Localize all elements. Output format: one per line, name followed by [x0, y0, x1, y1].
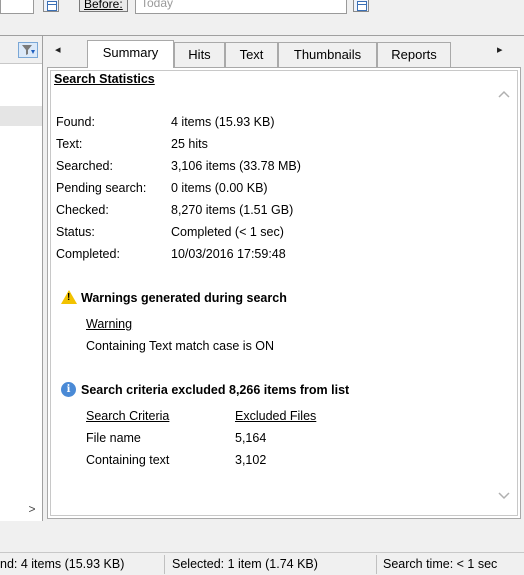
after-date-field[interactable] [0, 0, 34, 14]
before-calendar-icon[interactable] [353, 0, 369, 12]
date-filter-bar: Before: Today [0, 0, 524, 36]
status-divider [376, 555, 377, 574]
stat-label-pending: Pending search: [56, 181, 147, 195]
stat-label-status: Status: [56, 225, 95, 239]
status-search-time: Search time: < 1 sec [383, 557, 498, 571]
search-statistics-heading[interactable]: Search Statistics [54, 72, 155, 86]
tab-text[interactable]: Text [225, 42, 278, 67]
criteria-column-header[interactable]: Search Criteria [86, 409, 169, 423]
stat-value-searched: 3,106 items (33.78 MB) [171, 159, 301, 173]
stat-value-text: 25 hits [171, 137, 208, 151]
status-found: nd: 4 items (15.93 KB) [0, 557, 125, 571]
stat-value-completed: 10/03/2016 17:59:48 [171, 247, 286, 261]
tab-summary[interactable]: Summary [87, 40, 174, 68]
summary-content: Search Statistics Found: 4 items (15.93 … [50, 70, 518, 516]
folder-tree-pane[interactable]: > [0, 36, 43, 521]
after-calendar-icon[interactable] [43, 0, 59, 12]
before-date-label[interactable]: Before: [79, 0, 128, 12]
stat-value-pending: 0 items (0.00 KB) [171, 181, 268, 195]
before-date-field[interactable]: Today [135, 0, 347, 14]
status-bar: nd: 4 items (15.93 KB) Selected: 1 item … [0, 552, 524, 575]
status-divider [164, 555, 165, 574]
tab-scroll-left-icon[interactable]: ◂ [55, 43, 61, 56]
status-selected: Selected: 1 item (1.74 KB) [172, 557, 318, 571]
stat-label-text: Text: [56, 137, 83, 151]
warning-icon [61, 290, 77, 304]
criteria-title: Search criteria excluded 8,266 items fro… [81, 383, 350, 397]
warnings-title: Warnings generated during search [81, 291, 287, 305]
stat-label-found: Found: [56, 115, 95, 129]
tab-reports[interactable]: Reports [377, 42, 451, 67]
summary-panel: Search Statistics Found: 4 items (15.93 … [47, 67, 521, 519]
selected-tree-item[interactable] [0, 106, 42, 126]
scroll-right-icon[interactable]: > [24, 501, 40, 517]
stat-label-completed: Completed: [56, 247, 120, 261]
info-icon: i [61, 382, 76, 397]
scroll-up-icon[interactable] [497, 89, 511, 99]
tab-hits[interactable]: Hits [174, 42, 225, 67]
stat-value-status: Completed (< 1 sec) [171, 225, 284, 239]
tab-scroll-right-icon[interactable]: ▸ [497, 43, 503, 56]
excluded-column-header[interactable]: Excluded Files [235, 409, 316, 423]
criteria-row-label: File name [86, 431, 141, 445]
stat-label-searched: Searched: [56, 159, 113, 173]
stat-value-found: 4 items (15.93 KB) [171, 115, 275, 129]
criteria-row-label: Containing text [86, 453, 170, 467]
left-pane-header [0, 36, 42, 64]
scroll-down-icon[interactable] [497, 491, 511, 501]
tab-thumbnails[interactable]: Thumbnails [278, 42, 377, 67]
criteria-row-value: 3,102 [235, 453, 267, 467]
criteria-row-value: 5,164 [235, 431, 267, 445]
tab-strip: ◂ Summary Hits Text Thumbnails Reports ▸ [47, 40, 524, 68]
warning-column-header[interactable]: Warning [86, 317, 132, 331]
warning-item: Containing Text match case is ON [86, 339, 275, 353]
filter-icon[interactable] [18, 42, 38, 58]
stat-label-checked: Checked: [56, 203, 109, 217]
stat-value-checked: 8,270 items (1.51 GB) [171, 203, 294, 217]
